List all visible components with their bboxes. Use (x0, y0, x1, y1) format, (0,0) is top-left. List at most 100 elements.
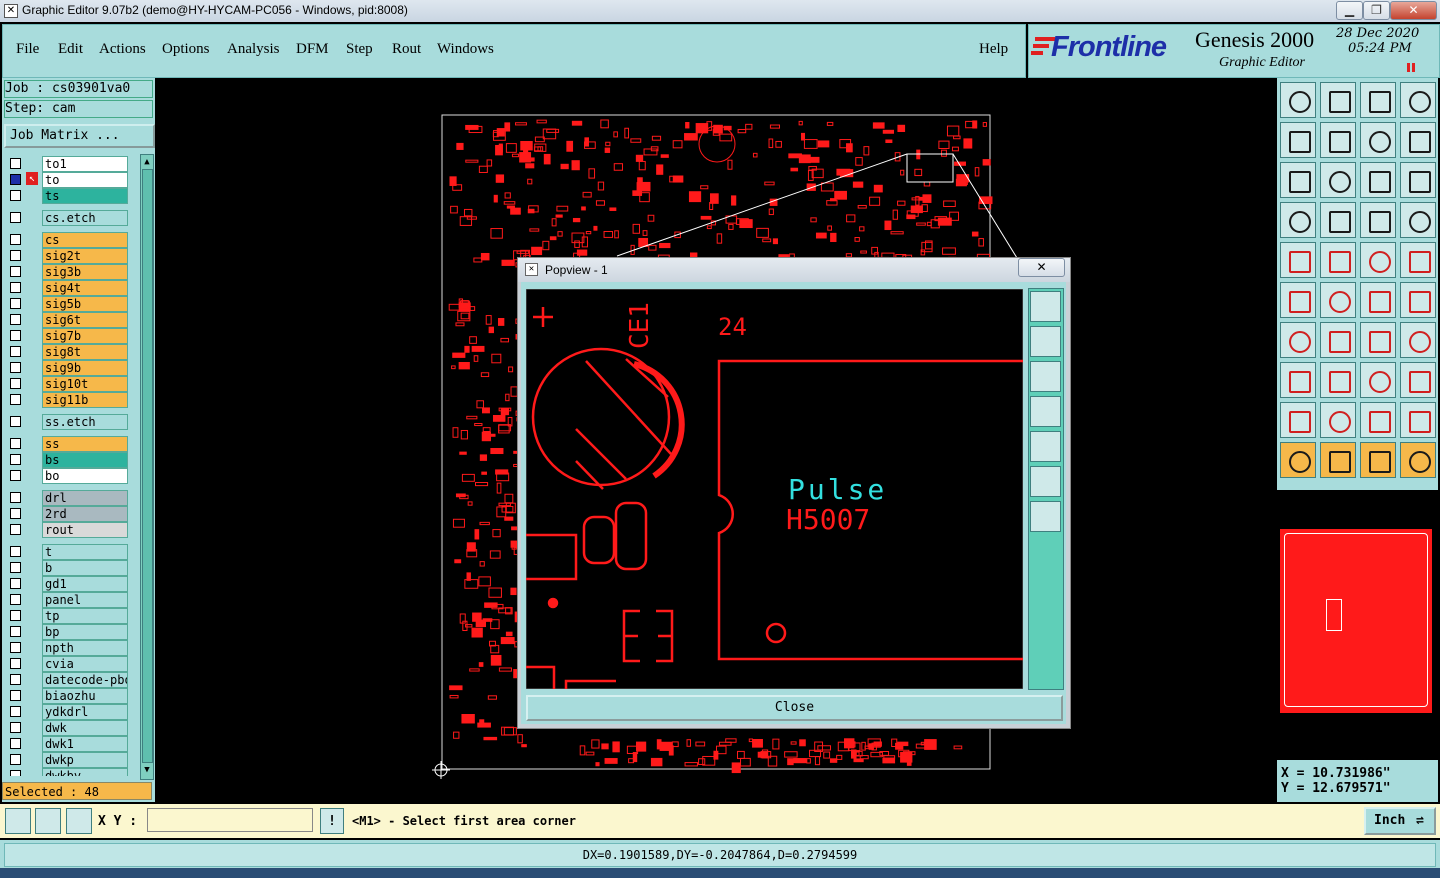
layer-row[interactable]: to1 (8, 156, 128, 172)
layer-row[interactable]: sig2t (8, 248, 128, 264)
layer-checkbox[interactable] (10, 378, 21, 389)
popview-zoom-out-icon[interactable] (1030, 466, 1061, 497)
pan-up-icon[interactable] (1280, 82, 1316, 118)
color-icon[interactable] (1320, 242, 1356, 278)
line-node-icon[interactable] (1360, 282, 1396, 318)
layer-checkbox[interactable] (10, 314, 21, 325)
pad-icon[interactable] (1280, 242, 1316, 278)
layer-row[interactable]: dwkbv (8, 768, 128, 776)
menu-analysis[interactable]: Analysis (227, 41, 280, 58)
layer-checkbox[interactable] (10, 706, 21, 717)
layer-row[interactable]: t (8, 544, 128, 560)
popview-copy-icon[interactable] (1030, 291, 1061, 322)
scale-1-2-icon[interactable] (1360, 162, 1396, 198)
layer-row[interactable]: 2rd (8, 506, 128, 522)
layer-row[interactable]: panel (8, 592, 128, 608)
layer-compare-icon[interactable] (1400, 202, 1436, 238)
layer-row[interactable]: drl (8, 490, 128, 506)
layer-checkbox[interactable] (10, 212, 21, 223)
redraw-icon[interactable] (1400, 122, 1436, 158)
layer-scrollbar[interactable]: ▲ ▼ (140, 154, 154, 780)
layer-row[interactable]: cs (8, 232, 128, 248)
arc-icon[interactable] (1360, 322, 1396, 358)
layer-row[interactable]: ss.etch (8, 414, 128, 430)
triangle-icon[interactable] (1280, 402, 1316, 438)
popview-close-button[interactable]: Close (526, 695, 1063, 721)
layer-checkbox[interactable] (10, 610, 21, 621)
popview-close-icon[interactable]: ✕ (1018, 258, 1065, 277)
layer-row[interactable]: ss (8, 436, 128, 452)
layer-row[interactable]: sig3b (8, 264, 128, 280)
layer-row[interactable]: ydkdrl (8, 704, 128, 720)
layer-row[interactable]: bp (8, 624, 128, 640)
move-icon[interactable] (1280, 362, 1316, 398)
layer-checkbox[interactable] (10, 346, 21, 357)
triangle-up-icon[interactable] (1320, 402, 1356, 438)
layer-checkbox[interactable] (10, 738, 21, 749)
layer-row[interactable]: bs (8, 452, 128, 468)
select-path-icon[interactable] (1400, 442, 1436, 478)
menu-rout[interactable]: Rout (392, 41, 421, 58)
job-matrix-button[interactable]: Job Matrix ... (4, 124, 155, 148)
xy-input[interactable] (147, 808, 313, 832)
popview-zoom-in-icon[interactable] (1030, 501, 1061, 532)
scroll-thumb[interactable] (142, 169, 153, 763)
menu-actions[interactable]: Actions (99, 41, 146, 58)
layer-checkbox[interactable] (10, 508, 21, 519)
grid-mode-icon[interactable] (66, 808, 92, 834)
layer-row[interactable]: bo (8, 468, 128, 484)
layer-row[interactable]: dwkp (8, 752, 128, 768)
layer-row[interactable]: cs.etch (8, 210, 128, 226)
layer-checkbox[interactable] (10, 674, 21, 685)
zoom-out-icon[interactable] (1280, 162, 1316, 198)
layer-checkbox[interactable] (10, 416, 21, 427)
minimize-button[interactable]: ▁ (1336, 1, 1363, 20)
overview-map[interactable] (1279, 528, 1433, 714)
connect-icon[interactable] (1280, 282, 1316, 318)
layer-row[interactable]: sig9b (8, 360, 128, 376)
layer-row[interactable]: sig8t (8, 344, 128, 360)
scroll-up-icon[interactable]: ▲ (142, 157, 152, 167)
layer-row[interactable]: tp (8, 608, 128, 624)
layer-row[interactable]: sig10t (8, 376, 128, 392)
layer-checkbox[interactable] (10, 330, 21, 341)
layer-row[interactable]: ts (8, 188, 128, 204)
layer-checkbox[interactable] (10, 578, 21, 589)
pan-right-icon[interactable] (1320, 122, 1356, 158)
maximize-button[interactable]: ❐ (1363, 1, 1390, 20)
layer-checkbox[interactable] (10, 158, 21, 169)
layer-row[interactable]: ↖ to (8, 172, 128, 188)
pan-down-icon[interactable] (1320, 82, 1356, 118)
menu-edit[interactable]: Edit (58, 41, 83, 58)
pan-left-icon[interactable] (1280, 122, 1316, 158)
layer-row[interactable]: datecode-pbo (8, 672, 128, 688)
layer-row[interactable]: sig7b (8, 328, 128, 344)
layer-checkbox[interactable] (10, 470, 21, 481)
layer-checkbox[interactable] (10, 190, 21, 201)
arch-icon[interactable] (1360, 402, 1396, 438)
layer-row[interactable]: biaozhu (8, 688, 128, 704)
layer-row[interactable]: gd1 (8, 576, 128, 592)
layer-checkbox[interactable] (10, 266, 21, 277)
layer-checkbox[interactable] (10, 492, 21, 503)
transform-icon[interactable] (1400, 362, 1436, 398)
home-icon[interactable] (1360, 82, 1396, 118)
layer-row[interactable]: cvia (8, 656, 128, 672)
resize-icon[interactable] (1360, 362, 1396, 398)
select-box-icon[interactable] (1320, 442, 1356, 478)
slash-icon[interactable] (1320, 322, 1356, 358)
popview-pan-right-icon[interactable] (1030, 431, 1061, 462)
layer-checkbox[interactable] (10, 626, 21, 637)
layer-checkbox[interactable] (10, 362, 21, 373)
select-cursor-icon[interactable] (1280, 442, 1316, 478)
layer-checkbox[interactable] (10, 690, 21, 701)
layer-row[interactable]: rout (8, 522, 128, 538)
layer-checkbox[interactable] (10, 454, 21, 465)
layer-checkbox[interactable] (10, 438, 21, 449)
grid-icon[interactable] (1320, 202, 1356, 238)
zoom-fit-icon[interactable] (1360, 122, 1396, 158)
layer-checkbox[interactable] (10, 234, 21, 245)
line-node-icon[interactable] (1400, 282, 1436, 318)
settings-icon[interactable] (1280, 202, 1316, 238)
menu-file[interactable]: File (16, 41, 39, 58)
